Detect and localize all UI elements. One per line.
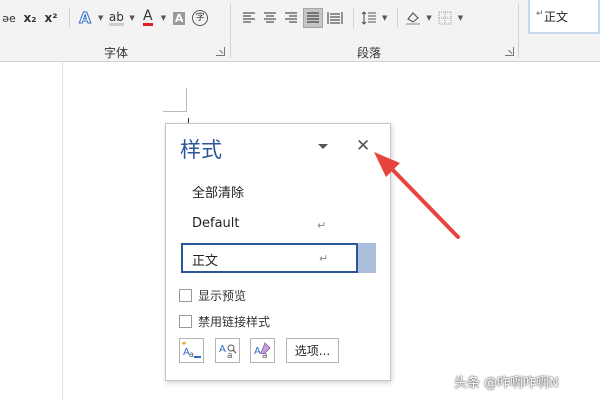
watermark: 头条 @咋啊咋啊N xyxy=(454,376,559,391)
annotation-arrow xyxy=(374,152,460,239)
arrow-shaft xyxy=(387,164,460,239)
